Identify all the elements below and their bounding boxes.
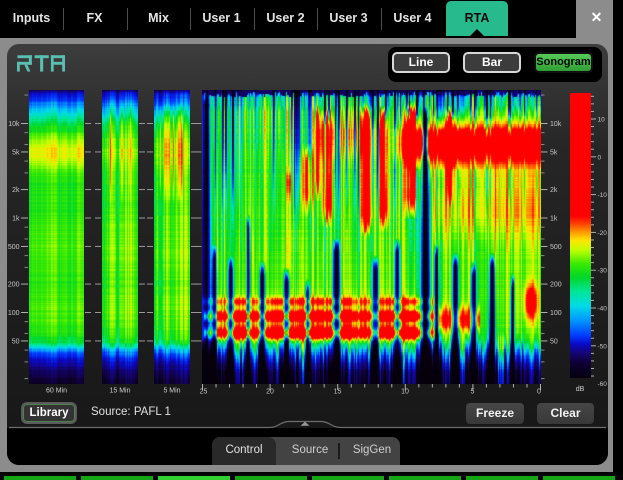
- svg-text:5 Min: 5 Min: [163, 388, 180, 395]
- svg-text:-10: -10: [598, 192, 608, 199]
- svg-text:10: 10: [598, 117, 606, 124]
- svg-text:1k: 1k: [12, 216, 20, 223]
- svg-text:-40: -40: [598, 306, 608, 313]
- svg-text:5k: 5k: [550, 149, 558, 156]
- svg-text:100: 100: [550, 310, 562, 317]
- svg-text:10k: 10k: [550, 121, 562, 128]
- svg-text:100: 100: [8, 310, 20, 317]
- svg-text:500: 500: [8, 244, 20, 251]
- svg-text:10k: 10k: [8, 121, 20, 128]
- svg-text:-50: -50: [598, 343, 608, 350]
- svg-text:200: 200: [550, 282, 562, 289]
- svg-text:50: 50: [550, 338, 558, 345]
- svg-text:200: 200: [8, 282, 20, 289]
- svg-text:2k: 2k: [12, 187, 20, 194]
- svg-text:dB: dB: [576, 386, 585, 393]
- svg-text:-20: -20: [598, 230, 608, 237]
- svg-text:20: 20: [266, 389, 274, 396]
- svg-text:15 Min: 15 Min: [109, 388, 130, 395]
- svg-text:5k: 5k: [12, 149, 20, 156]
- svg-text:15: 15: [334, 389, 342, 396]
- svg-text:50: 50: [12, 338, 20, 345]
- svg-text:-60: -60: [598, 381, 608, 388]
- svg-text:1k: 1k: [550, 216, 558, 223]
- svg-text:25: 25: [200, 389, 208, 396]
- svg-text:0: 0: [598, 154, 602, 161]
- svg-text:60 Min: 60 Min: [46, 388, 67, 395]
- svg-text:2k: 2k: [550, 187, 558, 194]
- svg-text:5: 5: [471, 389, 475, 396]
- svg-text:-30: -30: [598, 268, 608, 275]
- svg-text:500: 500: [550, 244, 562, 251]
- svg-text:0: 0: [537, 389, 541, 396]
- svg-text:10: 10: [401, 389, 409, 396]
